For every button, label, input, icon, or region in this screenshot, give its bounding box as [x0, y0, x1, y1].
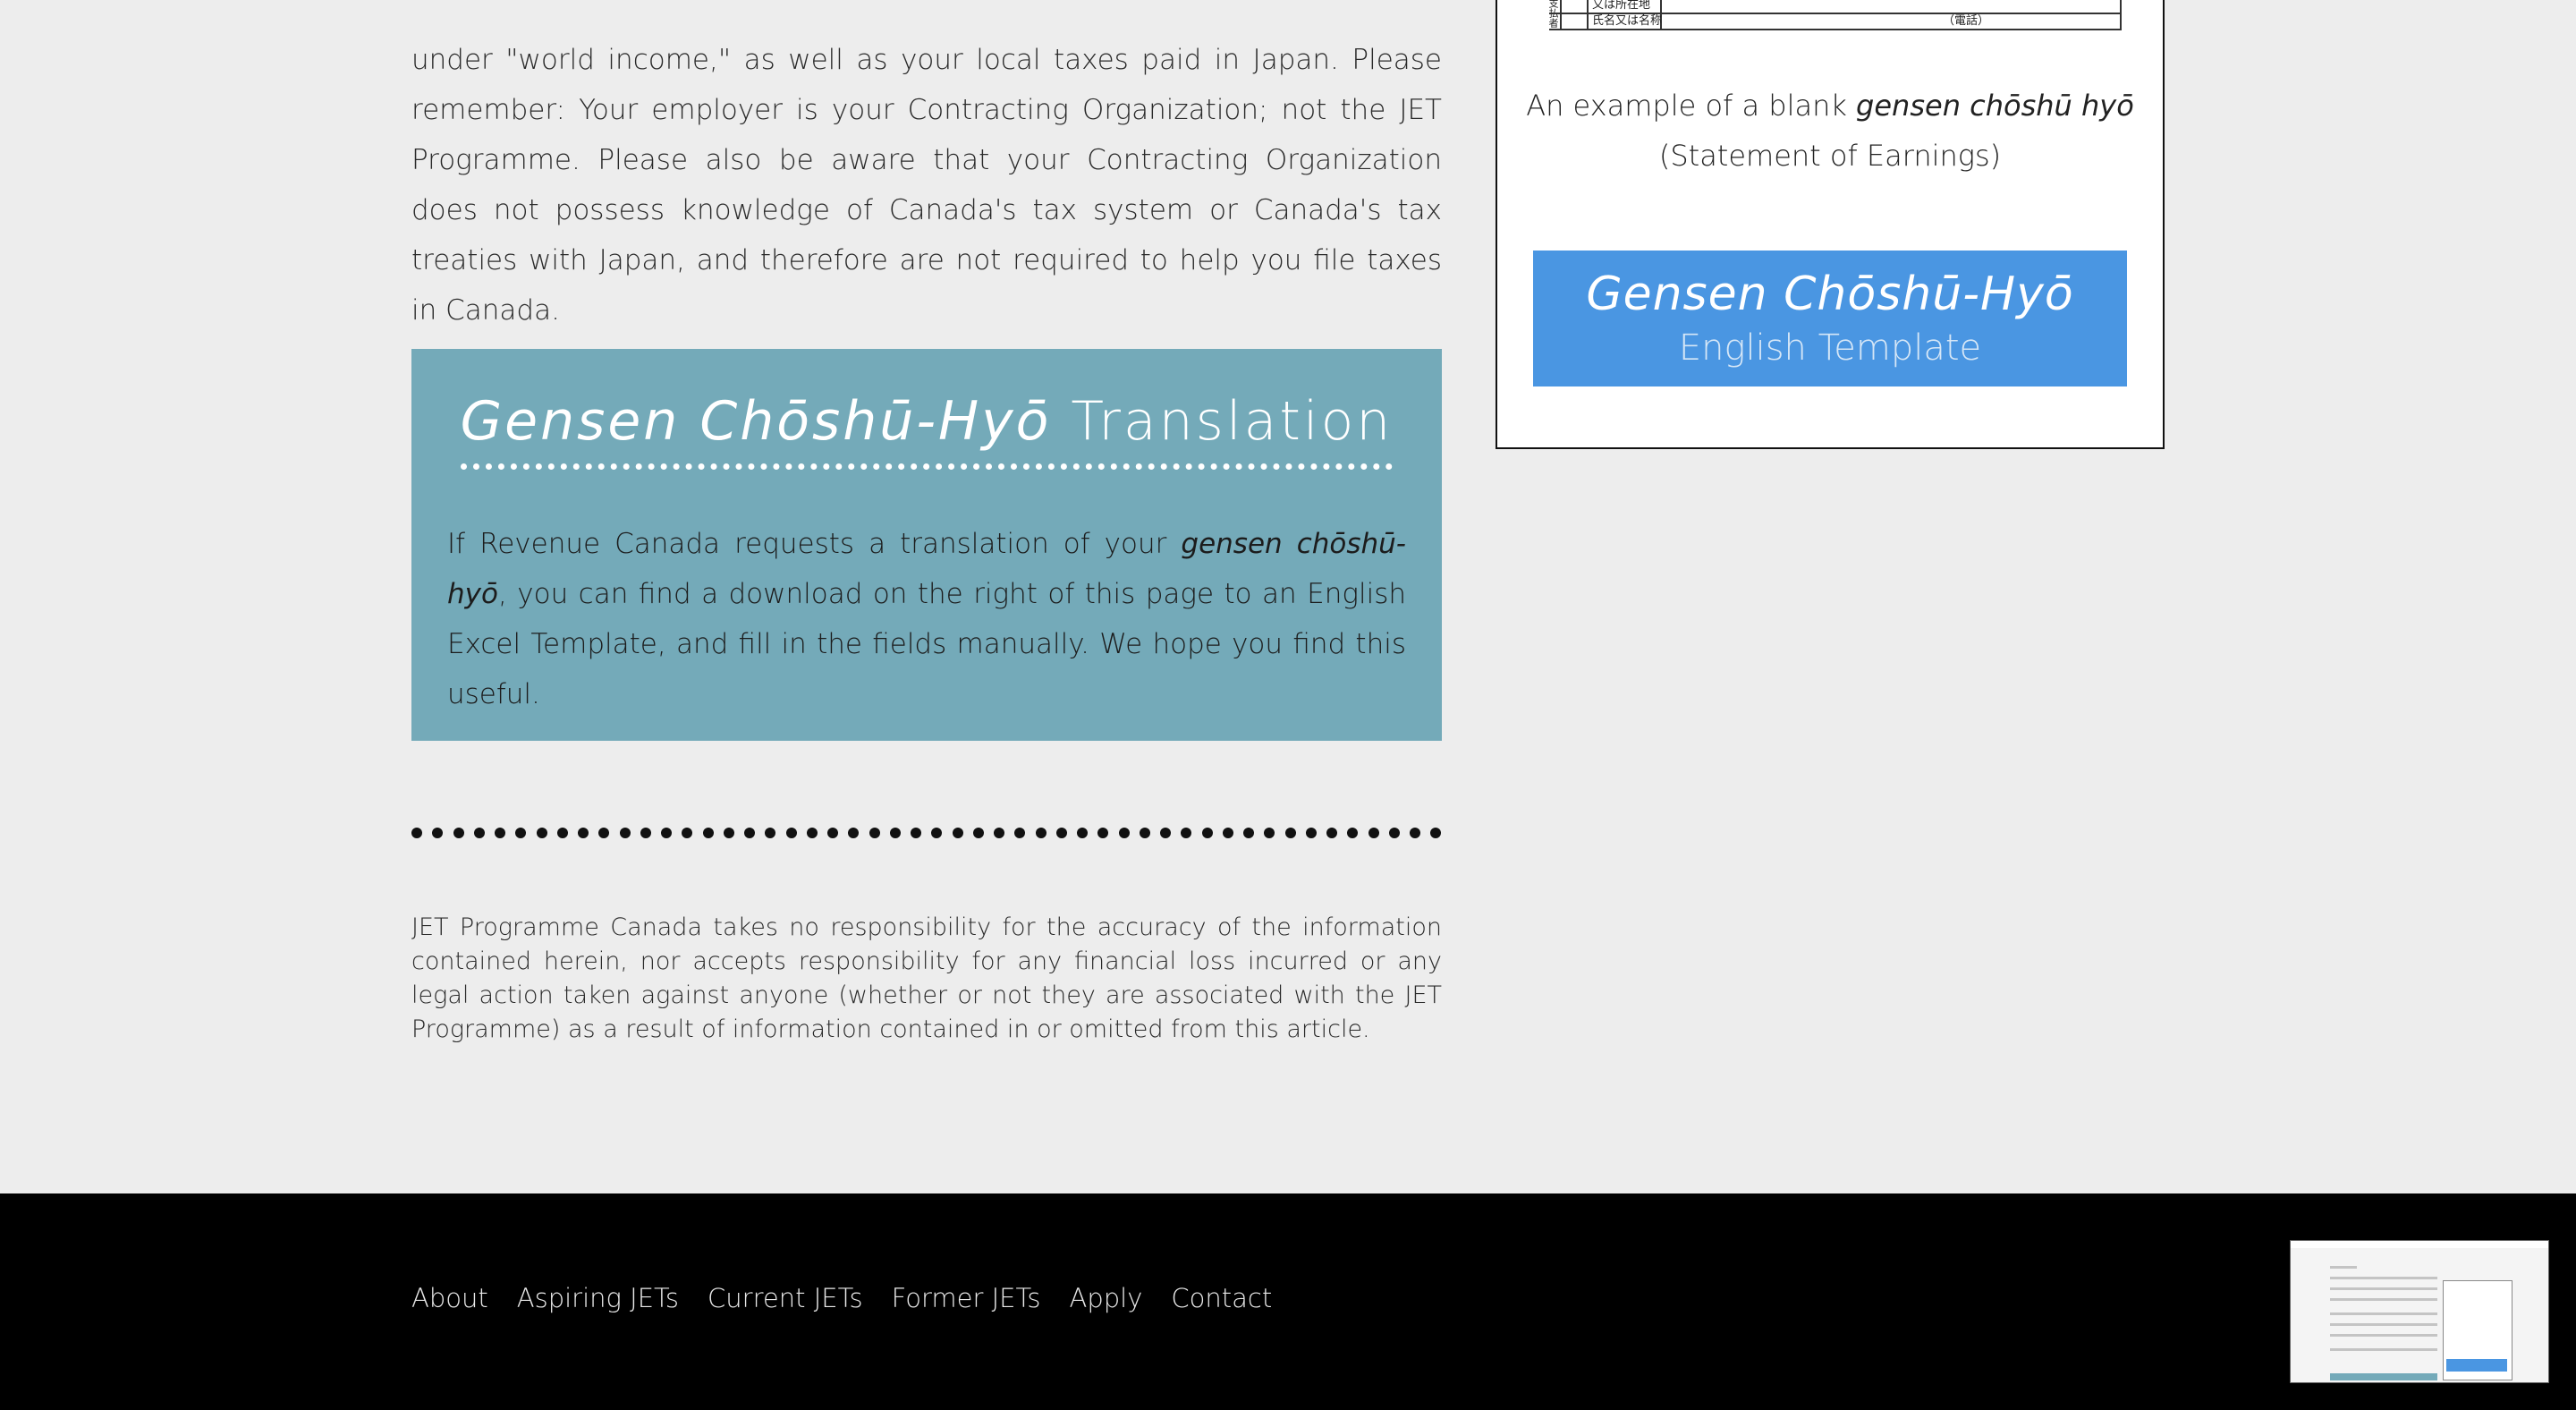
translation-section: Gensen Chōshū-Hyō Translation If Revenue… — [411, 349, 1442, 741]
site-footer: About Aspiring JETs Current JETs Former … — [0, 1193, 2576, 1410]
divider-dot — [869, 828, 880, 838]
footer-link-about[interactable]: About — [411, 1283, 488, 1313]
dotted-divider — [411, 828, 1442, 842]
divider-dot — [619, 828, 631, 838]
divider-dot — [765, 828, 776, 838]
divider-dot — [1035, 828, 1046, 838]
divider-dot — [473, 828, 485, 838]
divider-dot — [1388, 828, 1400, 838]
page-preview-thumbnail[interactable] — [2290, 1240, 2549, 1383]
thumb-line — [2330, 1298, 2437, 1301]
translation-body-start: If Revenue Canada requests a translation… — [447, 528, 1182, 560]
divider-dot — [1139, 828, 1150, 838]
footer-link-current-jets[interactable]: Current JETs — [708, 1283, 863, 1313]
divider-dot — [432, 828, 444, 838]
button-title: Gensen Chōshū-Hyō — [1586, 268, 2074, 321]
thumb-line — [2330, 1312, 2437, 1315]
translation-body: If Revenue Canada requests a translation… — [447, 519, 1406, 719]
translation-title-underline: Gensen Chōshū-Hyō Translation — [460, 390, 1394, 470]
footer-link-former-jets[interactable]: Former JETs — [892, 1283, 1041, 1313]
divider-dot — [931, 828, 943, 838]
footer-nav: About Aspiring JETs Current JETs Former … — [411, 1283, 1272, 1313]
divider-dot — [806, 828, 818, 838]
divider-dot — [827, 828, 838, 838]
button-subtitle: English Template — [1678, 327, 1982, 369]
sidebar-card: 支払者 又は所在地 氏名又は名称 （電話） An example of a bl… — [1496, 0, 2165, 449]
divider-dot — [682, 828, 693, 838]
divider-dot — [1284, 828, 1296, 838]
divider-dot — [556, 828, 568, 838]
divider-dot — [515, 828, 527, 838]
divider-dot — [785, 828, 797, 838]
divider-dot — [1305, 828, 1317, 838]
divider-dot — [702, 828, 714, 838]
divider-dot — [578, 828, 589, 838]
thumb-button — [2446, 1359, 2507, 1372]
divider-dot — [911, 828, 921, 838]
divider-dot — [994, 828, 1004, 838]
divider-dot — [1181, 828, 1192, 838]
divider-dot — [1014, 828, 1026, 838]
divider-dot — [453, 828, 464, 838]
form-example-image: 支払者 又は所在地 氏名又は名称 （電話） — [1547, 0, 2122, 34]
divider-dot — [848, 828, 860, 838]
divider-dot — [1118, 828, 1130, 838]
divider-dot — [972, 828, 984, 838]
translation-title: Gensen Chōshū-Hyō Translation — [411, 390, 1442, 470]
divider-dot — [1160, 828, 1171, 838]
form-row: 又は所在地 — [1549, 0, 2120, 14]
divider-dot — [1077, 828, 1088, 838]
footer-link-contact[interactable]: Contact — [1171, 1283, 1272, 1313]
divider-dot — [640, 828, 651, 838]
caption-end: (Statement of Earnings) — [1658, 139, 2002, 173]
footer-link-apply[interactable]: Apply — [1070, 1283, 1143, 1313]
thumb-line — [2330, 1277, 2437, 1279]
footer-link-aspiring-jets[interactable]: Aspiring JETs — [517, 1283, 679, 1313]
caption-italic: gensen chōshū hyō — [1856, 89, 2134, 123]
disclaimer-text: JET Programme Canada takes no responsibi… — [411, 913, 1442, 1043]
page-content: under "world income," as well as your lo… — [0, 0, 2576, 1193]
translation-body-end: , you can find a download on the right o… — [447, 578, 1406, 710]
divider-dot — [495, 828, 505, 838]
divider-dot — [536, 828, 547, 838]
divider-dot — [744, 828, 755, 838]
thumb-header — [2291, 1241, 2548, 1248]
divider-dot — [598, 828, 610, 838]
divider-dot — [1410, 828, 1420, 838]
divider-dot — [1097, 828, 1109, 838]
form-row-label: 又は所在地 — [1592, 0, 1651, 12]
form-row-label: 氏名又は名称 — [1592, 14, 1663, 28]
thumb-line — [2330, 1266, 2357, 1269]
form-row: 氏名又は名称 （電話） — [1549, 14, 2120, 30]
divider-dot — [1347, 828, 1359, 838]
thumb-line — [2330, 1323, 2437, 1326]
divider-dot — [411, 828, 422, 838]
intro-paragraph: under "world income," as well as your lo… — [411, 44, 1442, 327]
divider-dot — [1430, 828, 1442, 838]
divider-dot — [889, 828, 901, 838]
divider-dot — [1243, 828, 1254, 838]
divider-dot — [1368, 828, 1379, 838]
form-row-note: （電話） — [1943, 14, 1990, 28]
thumb-line — [2330, 1287, 2437, 1290]
divider-dot — [1201, 828, 1213, 838]
thumb-line — [2330, 1334, 2437, 1337]
form-divider — [2120, 0, 2122, 30]
thumb-translation-block — [2330, 1373, 2437, 1380]
caption-start: An example of a blank — [1526, 89, 1857, 123]
english-template-download-button[interactable]: Gensen Chōshū-Hyō English Template — [1533, 251, 2127, 386]
divider-dot — [1326, 828, 1337, 838]
translation-title-italic: Gensen Chōshū-Hyō — [460, 390, 1052, 453]
divider-dot — [952, 828, 963, 838]
divider-dot — [661, 828, 672, 838]
divider-dot — [1055, 828, 1067, 838]
image-caption: An example of a blank gensen chōshū hyō … — [1497, 81, 2163, 181]
divider-dot — [723, 828, 734, 838]
divider-dot — [1264, 828, 1275, 838]
thumb-line — [2330, 1348, 2437, 1351]
divider-dot — [1222, 828, 1233, 838]
translation-title-rest: Translation — [1051, 390, 1394, 453]
